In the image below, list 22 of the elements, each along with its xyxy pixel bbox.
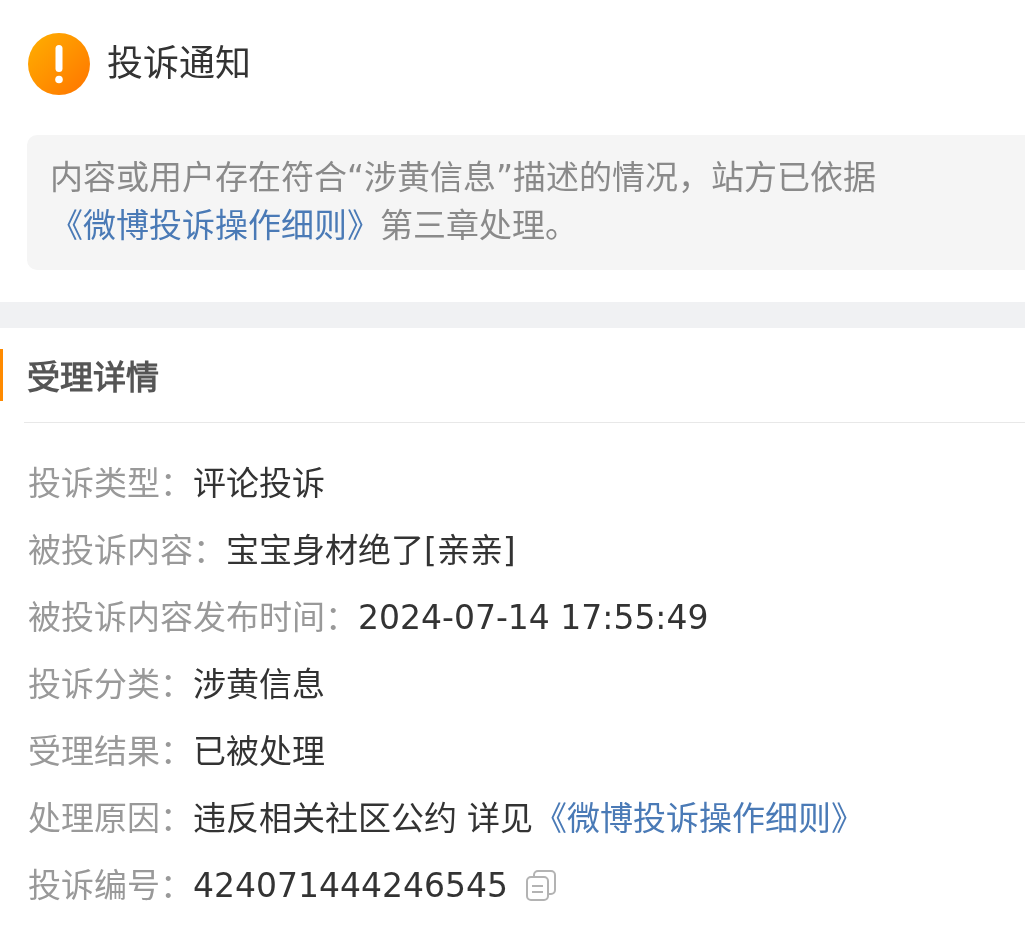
rule-link[interactable]: 《微博投诉操作细则》: [533, 798, 864, 838]
rule-link[interactable]: 《微博投诉操作细则》: [50, 206, 380, 245]
field-label: 处理原因：: [28, 798, 193, 839]
field-label: 受理结果：: [28, 731, 193, 772]
warning-icon: [28, 33, 90, 95]
notice-title: 投诉通知: [107, 46, 251, 82]
accent-bar: [0, 349, 3, 401]
field-label: 投诉类型：: [28, 463, 193, 504]
copy-icon[interactable]: [525, 870, 556, 901]
field-value: 违反相关社区公约 详见《微博投诉操作细则》: [193, 798, 864, 839]
field-label: 投诉分类：: [28, 664, 193, 705]
field-value: 已被处理: [193, 731, 325, 772]
field-value: 评论投诉: [193, 463, 325, 504]
field-label: 被投诉内容发布时间：: [28, 597, 358, 638]
field-label: 投诉编号：: [28, 865, 193, 906]
field-label: 被投诉内容：: [28, 530, 226, 571]
field-value: 2024-07-14 17:55:49: [358, 597, 709, 638]
field-value: 涉黄信息: [193, 664, 325, 705]
section-title: 受理详情: [27, 357, 159, 399]
field-value: 宝宝身材绝了[亲亲]: [226, 530, 516, 571]
field-value: 424071444246545: [193, 865, 508, 906]
notice-text: 内容或用户存在符合“涉黄信息”描述的情况，站方已依据 《微博投诉操作细则》第三章处理。: [50, 157, 878, 247]
